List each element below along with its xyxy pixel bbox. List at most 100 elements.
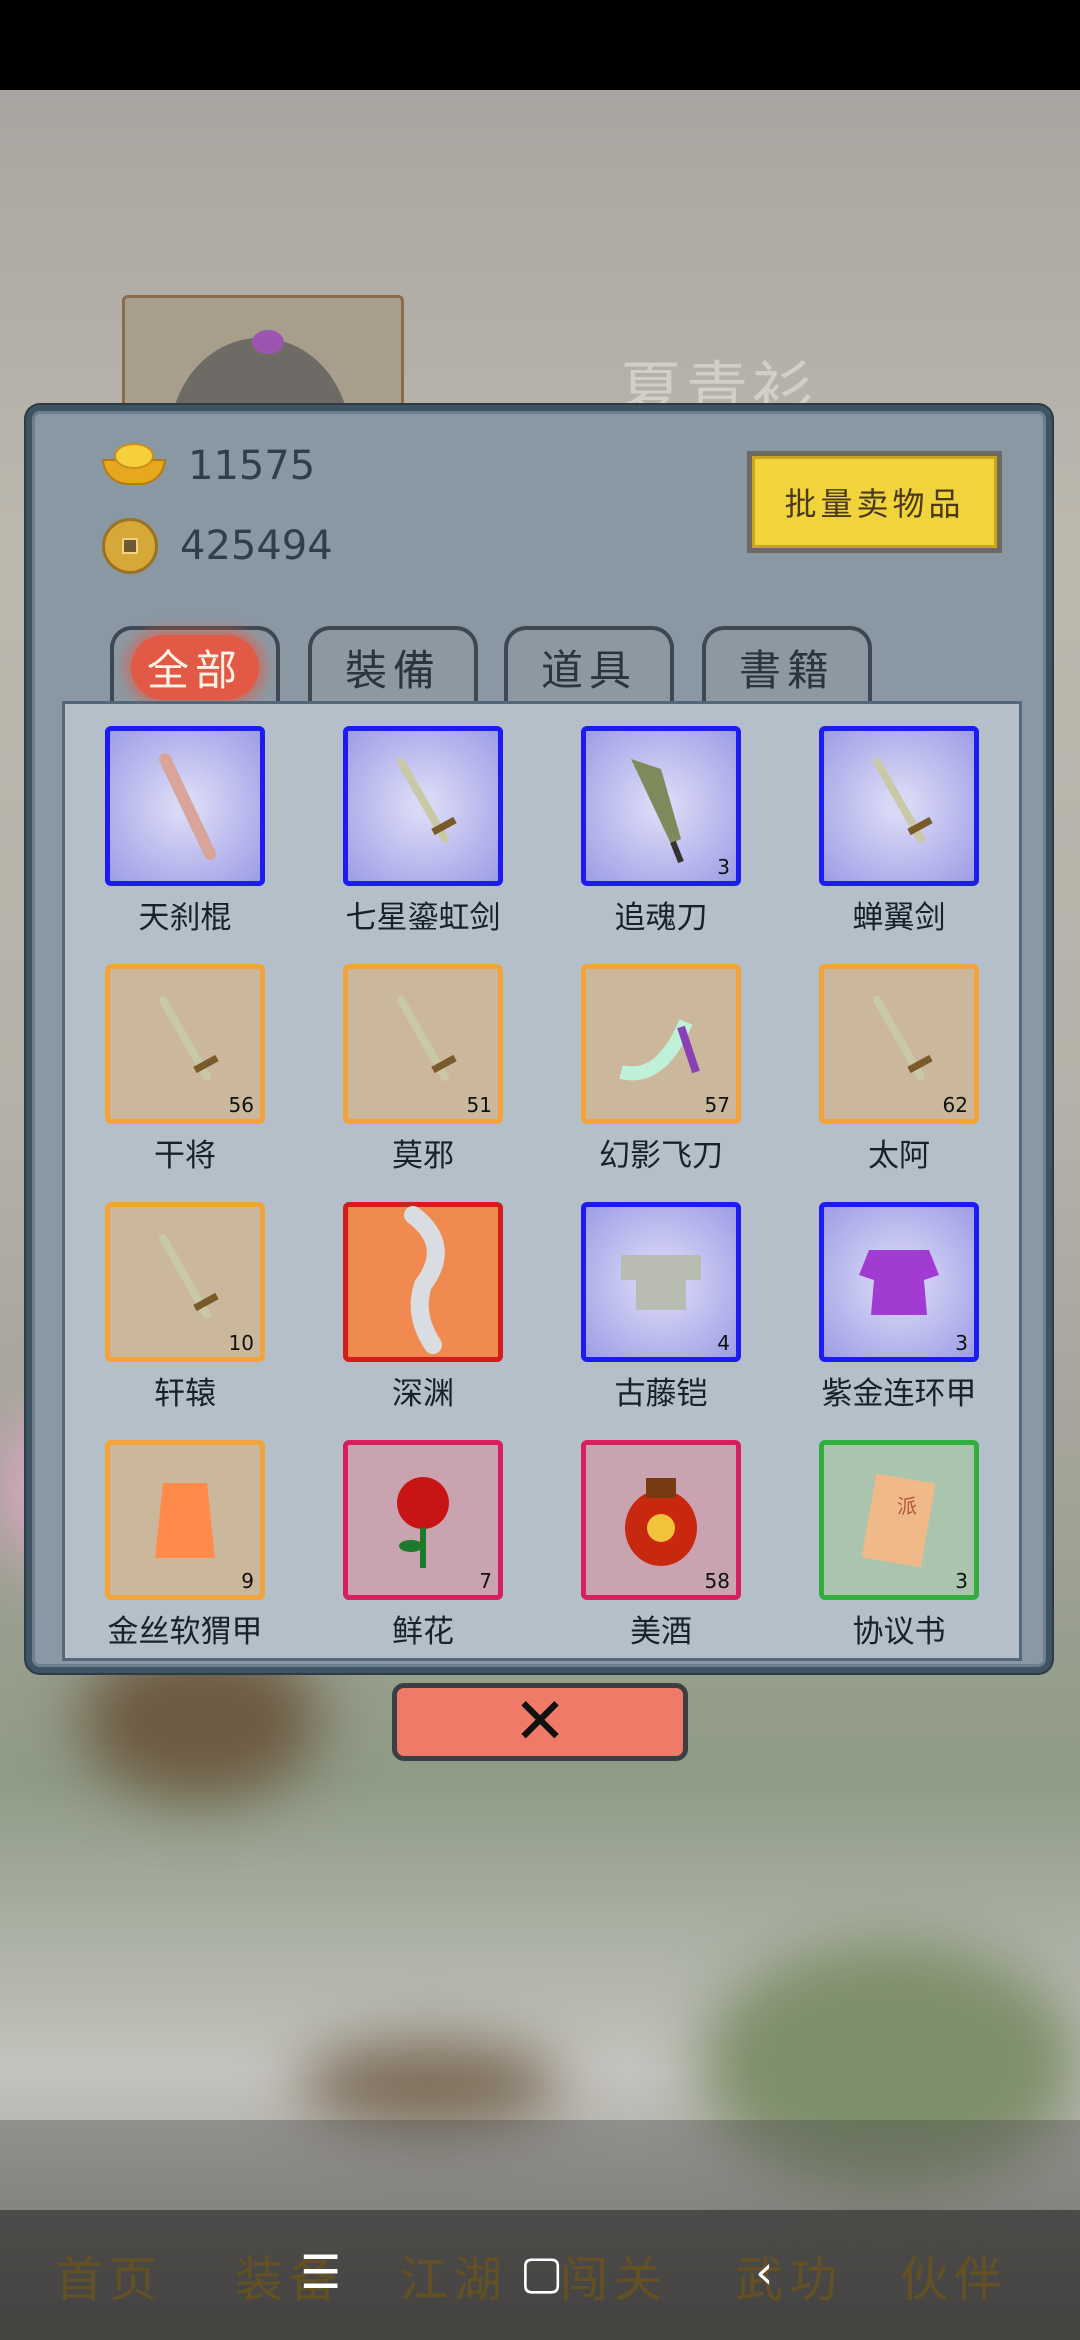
menu-icon[interactable]: ☰: [300, 2245, 341, 2299]
item-name: 金丝软猬甲: [107, 1614, 263, 1650]
item-icon-frame: [343, 1202, 503, 1362]
item-name: 天刹棍: [138, 900, 232, 936]
item-icon-frame: 4: [581, 1202, 741, 1362]
item-icon-frame: 62: [819, 964, 979, 1124]
inventory-item[interactable]: 10 轩辕: [105, 1202, 265, 1413]
dagger-icon: [601, 982, 721, 1106]
inventory-item[interactable]: 58 美酒: [581, 1440, 741, 1651]
item-icon-frame: 7: [343, 1440, 503, 1600]
robe-icon: [839, 1220, 959, 1344]
item-quantity: 58: [704, 1569, 730, 1593]
copper-coin-icon: [102, 518, 158, 574]
broadsword-icon: [601, 744, 721, 868]
tab-equipment-label: 裝備: [344, 645, 441, 695]
tab-items-label: 道具: [540, 645, 637, 695]
status-bar: [0, 0, 1080, 90]
item-quantity: 7: [479, 1569, 492, 1593]
inventory-item[interactable]: 7 鲜花: [343, 1440, 503, 1651]
item-name: 莫邪: [392, 1138, 454, 1174]
inventory-panel: 11575 425494 批量卖物品 全部 裝備 道具 書籍 天刹棍 七星鎏虹剑 3…: [26, 405, 1052, 1673]
item-icon-frame: 56: [105, 964, 265, 1124]
item-quantity: 3: [955, 1331, 968, 1355]
scroll-icon: 派: [839, 1458, 959, 1582]
item-grid: 天刹棍 七星鎏虹剑 3 追魂刀 蝉翼剑 56 干将 51 莫邪 57 幻影飞刀 62 太阿 10 轩辕 深渊 4…: [62, 701, 1022, 1661]
item-name: 追魂刀: [614, 900, 708, 936]
sword-icon: [363, 744, 483, 868]
item-name: 紫金连环甲: [821, 1376, 977, 1412]
inventory-item[interactable]: 派 3 协议书: [819, 1440, 979, 1651]
item-name: 轩辕: [154, 1376, 216, 1412]
item-quantity: 51: [466, 1093, 492, 1117]
item-icon-frame: 10: [105, 1202, 265, 1362]
wine-jar-icon: [601, 1458, 721, 1582]
item-icon-frame: 57: [581, 964, 741, 1124]
inventory-item[interactable]: 62 太阿: [819, 964, 979, 1175]
hair-flower-icon: [252, 330, 284, 354]
inventory-item[interactable]: 七星鎏虹剑: [343, 726, 503, 937]
sword-icon: [839, 982, 959, 1106]
item-quantity: 4: [717, 1331, 730, 1355]
item-name: 鲜花: [392, 1614, 454, 1650]
item-name: 美酒: [630, 1614, 692, 1650]
tab-items[interactable]: 道具: [504, 626, 674, 704]
inventory-item[interactable]: 56 干将: [105, 964, 265, 1175]
gold-ingot-count: 11575: [188, 443, 316, 489]
staff-icon: [125, 744, 245, 868]
item-quantity: 3: [955, 1569, 968, 1593]
back-icon[interactable]: ‹: [755, 2245, 773, 2299]
inventory-item[interactable]: 4 古藤铠: [581, 1202, 741, 1413]
inventory-item[interactable]: 3 追魂刀: [581, 726, 741, 937]
item-name: 太阿: [868, 1138, 930, 1174]
item-name: 深渊: [392, 1376, 454, 1412]
item-name: 古藤铠: [614, 1376, 708, 1412]
item-icon-frame: 3: [581, 726, 741, 886]
vest-icon: [125, 1458, 245, 1582]
item-name: 协议书: [852, 1614, 946, 1650]
item-icon-frame: 3: [819, 1202, 979, 1362]
inventory-item[interactable]: 3 紫金连环甲: [819, 1202, 979, 1413]
inventory-item[interactable]: 深渊: [343, 1202, 503, 1413]
item-icon-frame: [819, 726, 979, 886]
item-quantity: 3: [717, 855, 730, 879]
tab-all-label: 全部: [130, 634, 259, 700]
item-icon-frame: [343, 726, 503, 886]
inventory-item[interactable]: 57 幻影飞刀: [581, 964, 741, 1175]
tab-books-label: 書籍: [738, 645, 835, 695]
item-name: 幻影飞刀: [599, 1138, 723, 1174]
item-quantity: 9: [241, 1569, 254, 1593]
item-icon-frame: 58: [581, 1440, 741, 1600]
item-quantity: 62: [942, 1093, 968, 1117]
inventory-item[interactable]: 蝉翼剑: [819, 726, 979, 937]
copper-coin-count: 425494: [180, 523, 333, 569]
svg-text:派: 派: [897, 1494, 917, 1518]
tab-equipment[interactable]: 裝備: [308, 626, 478, 704]
sword-icon: [363, 982, 483, 1106]
tab-all[interactable]: 全部: [110, 626, 280, 704]
item-name: 七星鎏虹剑: [345, 900, 501, 936]
item-quantity: 56: [228, 1093, 254, 1117]
inventory-item[interactable]: 9 金丝软猬甲: [105, 1440, 265, 1651]
copper-coin-row: 425494: [102, 516, 333, 576]
item-name: 干将: [154, 1138, 216, 1174]
close-button[interactable]: ✕: [392, 1683, 688, 1761]
inventory-item[interactable]: 51 莫邪: [343, 964, 503, 1175]
bulk-sell-button[interactable]: 批量卖物品: [747, 451, 1002, 553]
item-name: 蝉翼剑: [852, 900, 946, 936]
sword-icon: [125, 1220, 245, 1344]
sword-icon: [125, 982, 245, 1106]
inventory-item[interactable]: 天刹棍: [105, 726, 265, 937]
home-icon[interactable]: ▢: [520, 2245, 563, 2299]
curved-blade-icon: [363, 1205, 483, 1359]
item-quantity: 57: [704, 1093, 730, 1117]
item-icon-frame: 51: [343, 964, 503, 1124]
sword-icon: [839, 744, 959, 868]
gold-ingot-row: 11575: [102, 436, 315, 496]
rose-icon: [363, 1458, 483, 1582]
gold-ingot-icon: [102, 443, 166, 489]
item-icon-frame: 9: [105, 1440, 265, 1600]
tab-books[interactable]: 書籍: [702, 626, 872, 704]
item-quantity: 10: [228, 1331, 254, 1355]
item-icon-frame: [105, 726, 265, 886]
armor-icon: [601, 1220, 721, 1344]
item-icon-frame: 派3: [819, 1440, 979, 1600]
